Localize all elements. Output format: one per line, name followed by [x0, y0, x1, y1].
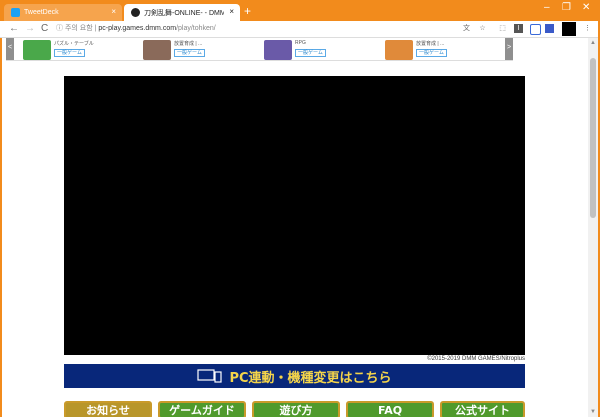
- security-label: 주의 요함: [64, 25, 93, 32]
- dmm-icon: [131, 8, 140, 17]
- game-thumbnail: [143, 40, 171, 60]
- translate-icon[interactable]: 文: [462, 24, 471, 33]
- browser-window: TweetDeck × 刀剣乱舞-ONLINE- - DMM GAMES × +…: [0, 0, 600, 417]
- tab-tweetdeck[interactable]: TweetDeck ×: [4, 4, 122, 21]
- profile-avatar[interactable]: [562, 22, 576, 36]
- maximize-button[interactable]: ❐: [562, 2, 571, 14]
- toolbar: ← → C ⓘ 주의 요함 | pc-play.games.dmm.com/pl…: [0, 21, 600, 38]
- pc-phone-icon: [197, 369, 223, 383]
- reload-button[interactable]: C: [41, 23, 48, 35]
- page-content: < パズル・テーブル 一般ゲーム 放置育成 | ... 一般ゲーム RPG 一般…: [2, 38, 588, 417]
- close-tab-icon[interactable]: ×: [111, 7, 116, 17]
- tab-tohken[interactable]: 刀剣乱舞-ONLINE- - DMM GAMES ×: [124, 4, 240, 21]
- tab-strip: TweetDeck × 刀剣乱舞-ONLINE- - DMM GAMES × +…: [0, 0, 600, 21]
- game-banner-bar: < パズル・テーブル 一般ゲーム 放置育成 | ... 一般ゲーム RPG 一般…: [6, 38, 513, 61]
- minimize-button[interactable]: –: [544, 2, 550, 14]
- scroll-down-icon[interactable]: ▼: [588, 407, 598, 417]
- game-canvas[interactable]: [64, 76, 525, 355]
- banner-prev-button[interactable]: <: [6, 38, 14, 60]
- news-button[interactable]: お知らせ: [64, 401, 152, 417]
- game-category: RPG: [295, 40, 306, 46]
- extension-icon[interactable]: [545, 24, 554, 33]
- game-thumbnail: [264, 40, 292, 60]
- vertical-scrollbar[interactable]: ▲ ▼: [588, 38, 598, 417]
- guide-button[interactable]: ゲームガイド: [158, 401, 246, 417]
- game-thumbnail: [385, 40, 413, 60]
- faq-button[interactable]: FAQ: [346, 401, 434, 417]
- menu-icon[interactable]: ⋮: [583, 24, 592, 33]
- info-icon[interactable]: ⓘ: [56, 25, 65, 32]
- game-tag: 一般ゲーム: [174, 49, 205, 57]
- new-tab-button[interactable]: +: [244, 5, 251, 17]
- close-tab-icon[interactable]: ×: [229, 7, 234, 17]
- extension-icon[interactable]: [530, 24, 541, 35]
- game-category: パズル・テーブル: [54, 41, 94, 47]
- game-tag: 一般ゲーム: [416, 49, 447, 57]
- scroll-up-icon[interactable]: ▲: [588, 38, 598, 48]
- game-tag: 一般ゲーム: [295, 49, 326, 57]
- close-window-button[interactable]: ✕: [582, 2, 590, 14]
- address-bar[interactable]: ⓘ 주의 요함 | pc-play.games.dmm.com/play/toh…: [56, 23, 456, 35]
- forward-button[interactable]: →: [25, 23, 35, 35]
- extension-icon[interactable]: I: [514, 24, 523, 33]
- game-category: 放置育成 | ...: [174, 41, 203, 47]
- pc-link-banner[interactable]: PC連動・機種変更はこちら: [64, 364, 525, 388]
- game-thumbnail: [23, 40, 51, 60]
- extension-icon[interactable]: ⬚: [498, 24, 507, 33]
- url-host: pc-play.games.dmm.com: [98, 25, 177, 32]
- scrollbar-thumb[interactable]: [590, 58, 596, 218]
- game-category: 放置育成 | ...: [416, 41, 445, 47]
- url-path: /play/tohken/: [176, 25, 216, 32]
- bookmark-star-icon[interactable]: ☆: [478, 24, 487, 33]
- game-tag: 一般ゲーム: [54, 49, 85, 57]
- banner-next-button[interactable]: >: [505, 38, 513, 60]
- copyright-text: ©2015-2019 DMM GAMES/Nitroplus: [427, 356, 525, 362]
- how-to-play-button[interactable]: 遊び方: [252, 401, 340, 417]
- tab-title: TweetDeck: [24, 9, 59, 16]
- back-button[interactable]: ←: [9, 23, 19, 35]
- pc-banner-label: PC連動・機種変更はこちら: [229, 370, 392, 386]
- official-site-button[interactable]: 公式サイト: [440, 401, 525, 417]
- twitter-icon: [11, 8, 20, 17]
- tab-title: 刀剣乱舞-ONLINE- - DMM GAMES: [144, 9, 224, 17]
